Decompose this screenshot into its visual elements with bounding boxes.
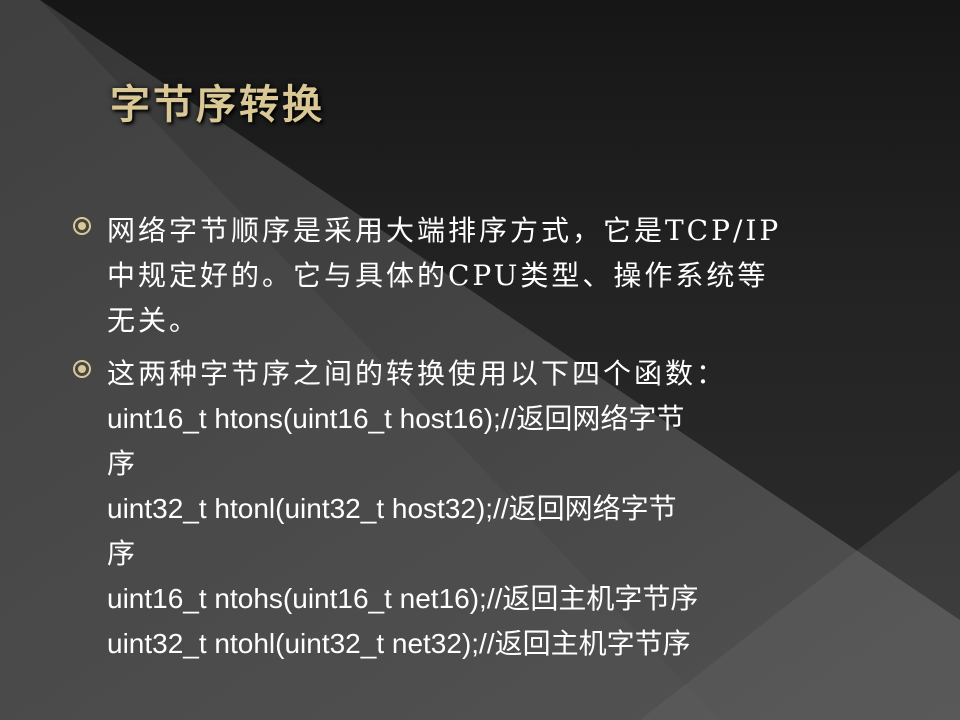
bullet-text-line: 网络字节顺序是采用大端排序方式，它是TCP/IP bbox=[107, 214, 782, 247]
bullet-text-line: 无关。 bbox=[107, 304, 201, 337]
function-signature-line: uint16_t ntohs(uint16_t net16);//返回主机字节序 bbox=[107, 583, 699, 614]
bullet-item: 网络字节顺序是采用大端排序方式，它是TCP/IP 中规定好的。它与具体的CPU类… bbox=[72, 208, 912, 343]
slide-content: 网络字节顺序是采用大端排序方式，它是TCP/IP 中规定好的。它与具体的CPU类… bbox=[72, 208, 912, 674]
bullet-text-line: 中规定好的。它与具体的CPU类型、操作系统等 bbox=[107, 259, 769, 292]
bullet-item: 这两种字节序之间的转换使用以下四个函数： uint16_t htons(uint… bbox=[72, 351, 912, 666]
circle-bullet-icon bbox=[73, 360, 91, 378]
function-signature-line: 序 bbox=[107, 447, 139, 480]
bullet-intro-text: 这两种字节序之间的转换使用以下四个函数： bbox=[107, 357, 728, 390]
slide-title: 字节序转换 bbox=[110, 81, 325, 128]
function-signature-line: 序 bbox=[107, 537, 139, 570]
circle-bullet-icon bbox=[73, 217, 91, 235]
slide: 字节序转换 网络字节顺序是采用大端排序方式，它是TCP/IP 中规定好的。它与具… bbox=[0, 0, 960, 720]
function-signature-line: uint32_t htonl(uint32_t host32);//返回网络字节 bbox=[107, 493, 677, 524]
function-signature-line: uint16_t htons(uint16_t host16);//返回网络字节 bbox=[107, 403, 685, 434]
function-signature-line: uint32_t ntohl(uint32_t net32);//返回主机字节序 bbox=[107, 628, 691, 659]
